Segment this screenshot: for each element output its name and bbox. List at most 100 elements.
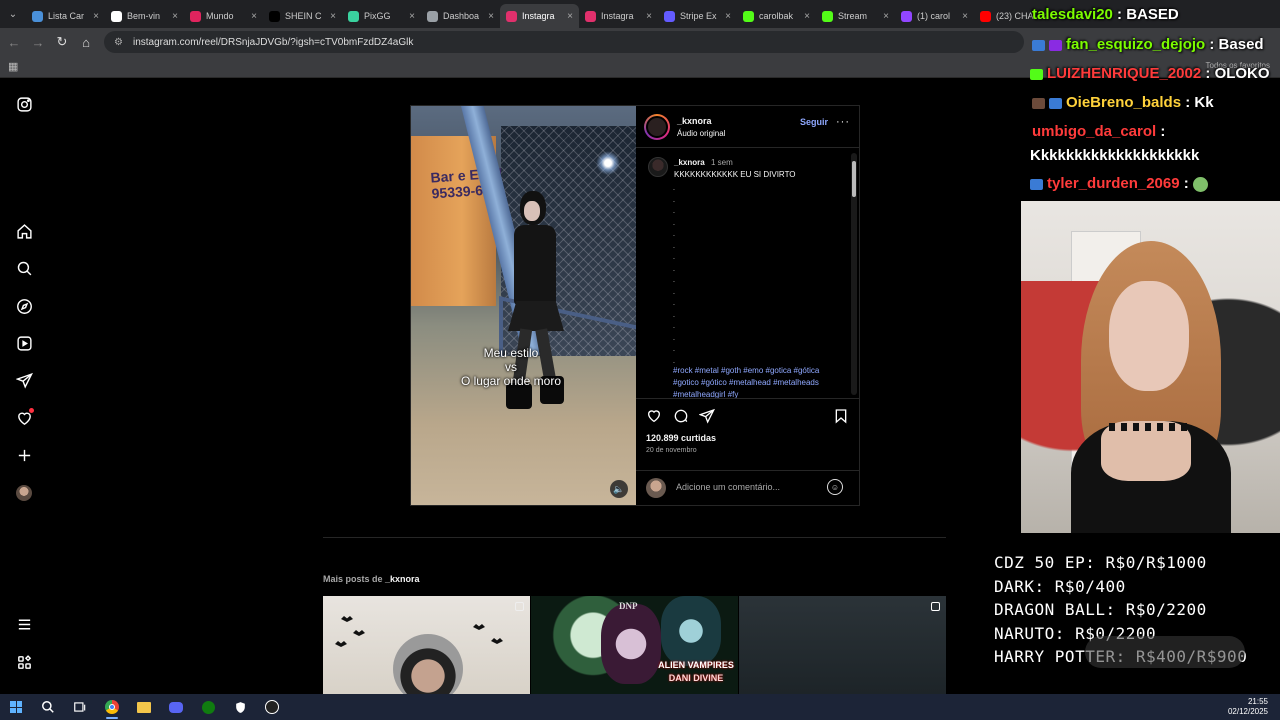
carousel-icon (515, 602, 524, 611)
browser-tab-title: Mundo (206, 11, 234, 21)
also-from-meta-icon[interactable] (14, 652, 34, 672)
messages-nav-icon[interactable] (14, 370, 34, 390)
chat-username: tyler_durden_2069 (1047, 175, 1180, 192)
close-tab-icon[interactable]: × (883, 11, 889, 22)
notifications-heart-icon[interactable] (14, 408, 34, 428)
post-thumbnail[interactable]: DNP ALIEN VAMPIRES DANI DIVINE (531, 596, 738, 694)
task-view-icon[interactable] (64, 694, 96, 720)
create-plus-icon[interactable] (14, 445, 34, 465)
close-tab-icon[interactable]: × (962, 11, 968, 22)
browser-tab[interactable]: carolbak × (737, 4, 816, 28)
caption-avatar[interactable] (648, 157, 668, 177)
comment-icon[interactable] (673, 408, 689, 424)
search-nav-icon[interactable] (14, 258, 34, 278)
post-details-panel: _kxnora Áudio original Seguir ··· _kxnor… (636, 106, 859, 505)
goal-line: CDZ 50 EP: R$0/R$1000 (994, 553, 1207, 572)
discord-icon[interactable] (160, 694, 192, 720)
instagram-logo-icon[interactable] (14, 94, 34, 114)
close-tab-icon[interactable]: × (330, 11, 336, 22)
reels-nav-icon[interactable] (14, 333, 34, 353)
browser-tab-title: Stripe Ex (680, 11, 717, 21)
mute-toggle-icon[interactable]: 🔈 (610, 480, 628, 498)
more-options-icon[interactable]: ··· (836, 116, 850, 128)
twitch-icon (901, 10, 912, 22)
security-shield-icon[interactable] (224, 694, 256, 720)
audio-link[interactable]: Áudio original (677, 129, 725, 138)
close-tab-icon[interactable]: × (725, 11, 731, 22)
emoji-icon[interactable]: ☺ (827, 479, 843, 495)
author-avatar[interactable] (644, 114, 670, 140)
close-tab-icon[interactable]: × (646, 11, 652, 22)
chat-message: umbigo_da_carol : (1032, 123, 1166, 140)
browser-tab[interactable]: Mundo × (184, 4, 263, 28)
browser-tab[interactable]: Bem-vin × (105, 4, 184, 28)
home-icon[interactable]: ⌂ (74, 35, 98, 50)
system-clock[interactable]: 21:55 02/12/2025 (1228, 697, 1268, 717)
close-tab-icon[interactable]: × (567, 11, 573, 22)
comment-input[interactable]: Adicione um comentário... (676, 482, 780, 492)
close-tab-icon[interactable]: × (251, 11, 257, 22)
home-nav-icon[interactable] (14, 221, 34, 241)
notification-dot (29, 408, 34, 413)
browser-tab[interactable]: (1) carol × (895, 4, 974, 28)
reel-video[interactable]: Bar e Est. Paço 95339-6 Meu estilo vs O … (411, 106, 636, 505)
file-explorer-icon[interactable] (128, 694, 160, 720)
browser-tab[interactable]: Instagra × (500, 4, 579, 28)
chat-username: OieBreno_balds (1066, 94, 1182, 111)
share-icon[interactable] (698, 408, 715, 424)
author-username[interactable]: _kxnora (677, 116, 712, 126)
post-thumbnail[interactable] (739, 596, 946, 694)
back-icon[interactable]: ← (2, 35, 26, 50)
chrome-icon[interactable] (96, 694, 128, 720)
xbox-icon[interactable] (192, 694, 224, 720)
chat-username: LUIZHENRIQUE_2002 (1047, 65, 1202, 82)
browser-tab[interactable]: Stripe Ex × (658, 4, 737, 28)
site-info-icon[interactable]: ⚙ (114, 37, 123, 48)
apps-grid-icon[interactable]: ▦ (8, 60, 18, 73)
browser-tab[interactable]: PixGG × (342, 4, 421, 28)
explore-nav-icon[interactable] (14, 296, 34, 316)
windows-taskbar: 21:55 02/12/2025 (0, 694, 1280, 720)
browser-tab[interactable]: SHEIN C × (263, 4, 342, 28)
close-tab-icon[interactable]: × (93, 11, 99, 22)
chat-badge-icon (1049, 39, 1062, 51)
caption-dots: ................ (673, 185, 675, 365)
forward-icon[interactable]: → (26, 35, 50, 50)
tab-search-button[interactable]: ⌄ (0, 0, 26, 28)
save-bookmark-icon[interactable] (833, 408, 849, 424)
start-windows-icon[interactable] (0, 694, 32, 720)
caption-username[interactable]: _kxnora (674, 158, 705, 167)
reload-icon[interactable]: ↻ (50, 34, 74, 50)
follow-button[interactable]: Seguir (800, 117, 828, 127)
menu-hamburger-icon[interactable] (14, 614, 34, 634)
comments-scrollbar[interactable] (851, 153, 857, 395)
more-posts-heading: Mais posts de _kxnora (323, 574, 420, 584)
chat-message: LUIZHENRIQUE_2002 : OLOKO (1030, 65, 1270, 82)
video-overlay-text: Meu estilo vs O lugar onde moro (411, 346, 611, 388)
goal-line: DRAGON BALL: R$0/2200 (994, 600, 1207, 619)
search-icon[interactable] (32, 694, 64, 720)
browser-tab[interactable]: Instagra × (579, 4, 658, 28)
chat-text: Kk (1194, 94, 1214, 111)
like-heart-icon[interactable] (646, 408, 662, 424)
url-input[interactable]: ⚙ instagram.com/reel/DRSnjaJDVGb/?igsh=c… (104, 31, 1024, 53)
likes-count[interactable]: 120.899 curtidas (646, 433, 716, 443)
goal-line: DARK: R$0/400 (994, 576, 1126, 596)
close-tab-icon[interactable]: × (488, 11, 494, 22)
browser-tab-title: PixGG (364, 11, 391, 21)
thumbnail-logo: DNP (619, 601, 638, 611)
close-tab-icon[interactable]: × (804, 11, 810, 22)
close-tab-icon[interactable]: × (172, 11, 178, 22)
caption-hashtags[interactable]: #rock #metal #goth #emo #gotica #gótica … (673, 365, 843, 398)
shein-icon (269, 10, 280, 22)
browser-tab[interactable]: Lista Car × (26, 4, 105, 28)
profile-avatar[interactable] (14, 483, 34, 503)
obs-icon[interactable] (256, 694, 288, 720)
close-tab-icon[interactable]: × (409, 11, 415, 22)
browser-tab[interactable]: Stream × (816, 4, 895, 28)
browser-tab[interactable]: Dashboa × (421, 4, 500, 28)
more-posts-username[interactable]: _kxnora (385, 574, 420, 584)
chat-username: fan_esquizo_dejojo (1066, 36, 1206, 53)
street-light (596, 151, 620, 175)
post-thumbnail[interactable] (323, 596, 530, 694)
